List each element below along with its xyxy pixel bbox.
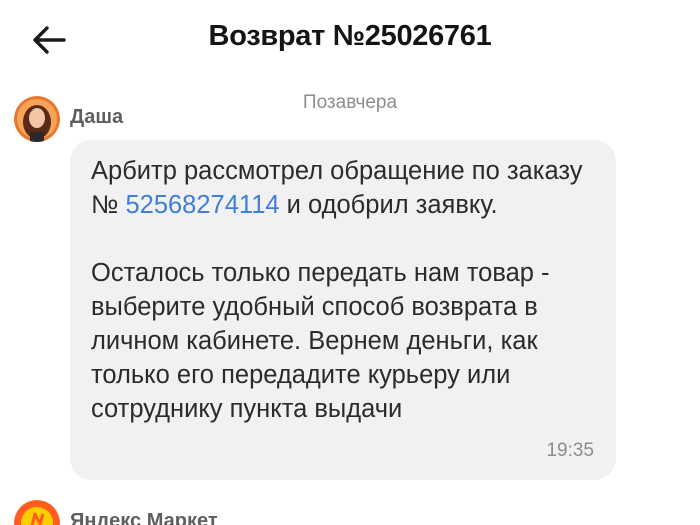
header: Возврат №25026761 [0,0,700,80]
message-bubble: Арбитр рассмотрел обращение по заказу № … [70,140,616,480]
order-number-link[interactable]: 52568274114 [125,191,279,219]
chat-screen: Возврат №25026761 Позавчера Даша Арбитр … [0,0,700,525]
sender-name: Яндекс Маркет [70,510,218,525]
message-paragraph-2: Осталось только передать нам товар - выб… [91,259,550,423]
yandex-market-logo-icon [14,500,60,525]
message-paragraph-1: Арбитр рассмотрел обращение по заказу № … [91,154,594,222]
message-text: и одобрил заявку. [279,191,498,219]
user-photo-avatar-icon [14,96,60,142]
avatar[interactable] [14,500,60,525]
avatar[interactable] [14,96,60,142]
message-time: 19:35 [546,440,594,461]
sender-name: Даша [70,106,124,128]
page-title: Возврат №25026761 [208,20,492,52]
